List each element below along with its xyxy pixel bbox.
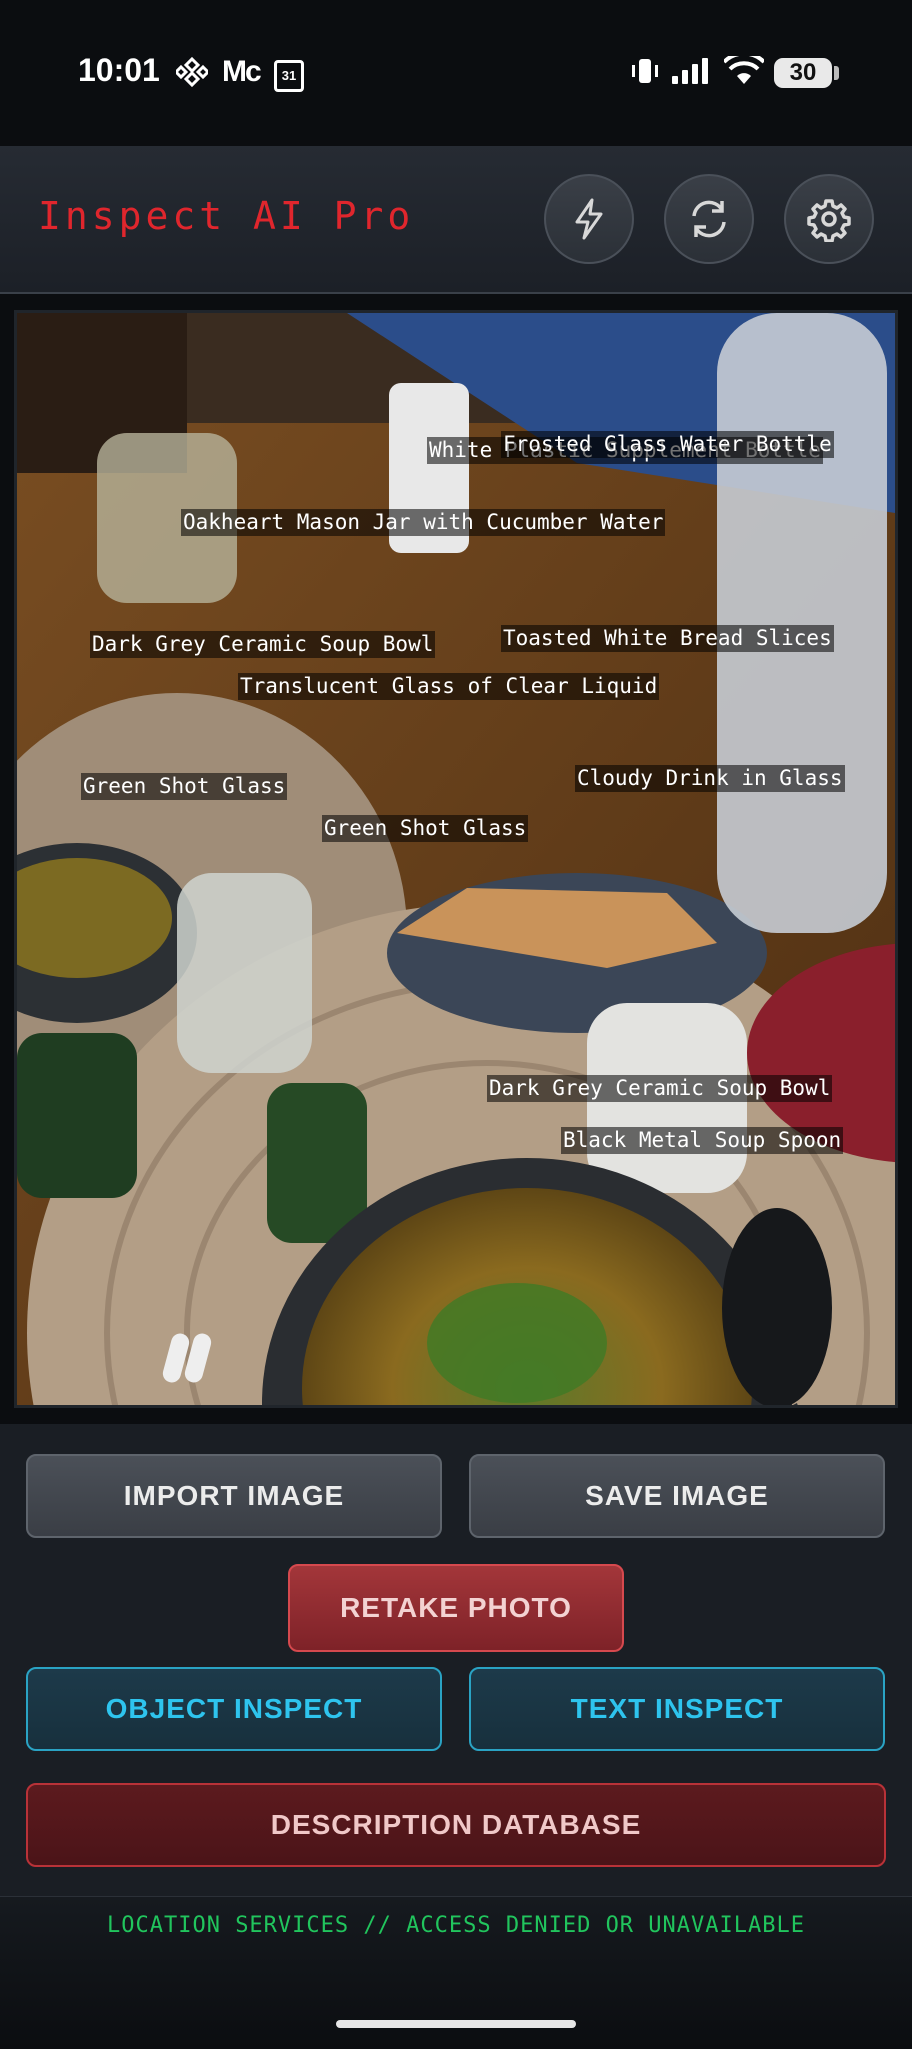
detection-label: Cloudy Drink in Glass [575, 765, 845, 792]
status-app-label: Mc [222, 55, 262, 88]
photo-soup-table [17, 313, 895, 1405]
detection-label: Black Metal Soup Spoon [561, 1127, 844, 1154]
vibrate-icon [632, 59, 658, 83]
calendar-icon: 31 [274, 60, 304, 92]
detection-label: Toasted White Bread Slices [501, 625, 834, 652]
app-header: Inspect AI Pro [0, 146, 912, 294]
refresh-button[interactable] [664, 174, 754, 264]
refresh-icon [692, 200, 726, 238]
detection-label: Translucent Glass of Clear Liquid [238, 673, 660, 700]
detection-label: Green Shot Glass [81, 773, 288, 800]
import-image-button[interactable]: IMPORT IMAGE [26, 1454, 442, 1538]
app-title: Inspect AI Pro [38, 194, 415, 238]
wifi-icon [724, 56, 764, 84]
flash-button[interactable] [544, 174, 634, 264]
gear-icon [807, 199, 851, 242]
settings-button[interactable] [784, 174, 874, 264]
object-inspect-button[interactable]: OBJECT INSPECT [26, 1667, 442, 1751]
detection-label: Oakheart Mason Jar with Cucumber Water [181, 509, 666, 536]
controls-panel: IMPORT IMAGE SAVE IMAGE RETAKE PHOTO OBJ… [0, 1424, 912, 1896]
detection-label: Dark Grey Ceramic Soup Bowl [487, 1075, 833, 1102]
battery-cap [834, 66, 839, 80]
detection-label: Frosted Glass Water Bottle [501, 431, 834, 458]
location-status-text: LOCATION SERVICES // ACCESS DENIED OR UN… [106, 1913, 805, 1938]
home-indicator[interactable] [336, 2020, 576, 2028]
retake-photo-button[interactable]: RETAKE PHOTO [288, 1564, 624, 1652]
signal-icon [672, 58, 708, 84]
description-database-button[interactable]: DESCRIPTION DATABASE [26, 1783, 886, 1867]
detection-label: Dark Grey Ceramic Soup Bowl [90, 631, 436, 658]
detection-label: Green Shot Glass [322, 815, 529, 842]
text-inspect-button[interactable]: TEXT INSPECT [469, 1667, 885, 1751]
image-frame[interactable]: White Plastic Supplement Bottle Frosted … [14, 310, 898, 1408]
lightning-icon [575, 198, 603, 240]
binance-icon [176, 56, 208, 88]
battery-indicator: 30 [774, 58, 832, 88]
status-time: 10:01 [78, 52, 160, 88]
status-bar: 10:01 Mc 31 30 [0, 0, 912, 146]
save-image-button[interactable]: SAVE IMAGE [469, 1454, 885, 1538]
